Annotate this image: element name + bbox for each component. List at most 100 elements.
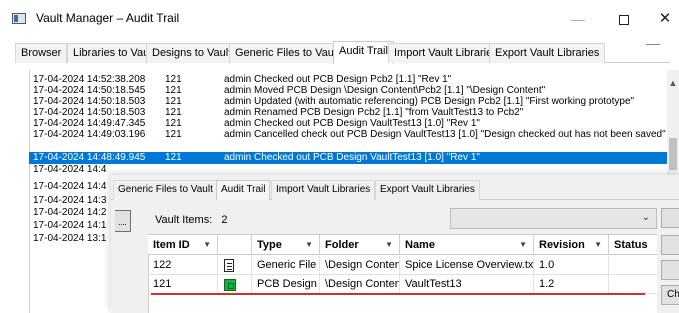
overlay-tab-strip: Generic Files to Vault Audit Trail Impor…: [111, 178, 679, 200]
cell-revision: 1.2: [534, 275, 609, 294]
log-message: admin Checked out PCB Design VaultTest13…: [224, 152, 480, 163]
log-timestamp: 17-04-2024 14:52:38.208: [33, 74, 146, 85]
cell-folder: \Design Content: [320, 275, 400, 294]
window-title: Vault Manager – Audit Trail: [36, 11, 180, 25]
log-message: admin Renamed PCB Design Pcb2 [1.1] "fro…: [224, 107, 524, 118]
log-item-id: 121: [165, 118, 182, 129]
log-row-selected[interactable]: 17-04-2024 14:48:49.945 121 admin Checke…: [29, 152, 667, 164]
close-button[interactable]: ✕: [645, 8, 679, 30]
column-icon: [218, 235, 252, 255]
log-timestamp: 17-04-2024 14:4: [33, 164, 107, 175]
column-folder[interactable]: Folder ▼: [320, 235, 400, 255]
log-row[interactable]: 17-04-2024 14:49:03.196 121 admin Cancel…: [29, 129, 667, 140]
column-type[interactable]: Type ▼: [252, 235, 320, 255]
grid-header: Item ID ▼ Type ▼ Folder ▼ Name ▼ Revision ▼ S…: [148, 235, 657, 255]
generic-file-icon: [218, 256, 252, 275]
scroll-thumb[interactable]: [669, 138, 677, 170]
column-revision[interactable]: Revision ▼: [534, 235, 609, 255]
maximize-icon: [619, 15, 629, 26]
overlay-tab-import-vault-libraries[interactable]: Import Vault Libraries: [271, 180, 376, 200]
scroll-up-icon[interactable]: ▲: [667, 78, 679, 88]
log-message: admin Cancelled check out PCB Design Vau…: [224, 129, 666, 140]
log-timestamp: 17-04-2024 14:49:47.345: [33, 118, 146, 129]
log-row[interactable]: 17-04-2024 14:2: [29, 207, 111, 218]
cell-status: [609, 275, 657, 294]
log-timestamp: 17-04-2024 13:1: [33, 233, 107, 244]
log-row[interactable]: 17-04-2024 14:50:18.503 121 admin Rename…: [29, 107, 667, 118]
cell-status: [609, 256, 657, 275]
log-timestamp: 17-04-2024 14:50:18.503: [33, 96, 146, 107]
log-timestamp: 17-04-2024 14:3: [33, 195, 107, 206]
log-timestamp: 17-04-2024 14:49:03.196: [33, 129, 146, 140]
vault-items-text: Vault Items:: [155, 214, 213, 226]
tab-browser[interactable]: Browser: [15, 43, 68, 63]
pcb-design-icon: [218, 275, 252, 294]
log-row[interactable]: 17-04-2024 14:4: [29, 164, 667, 175]
side-button-3[interactable]: [661, 260, 679, 280]
partial-button[interactable]: [115, 210, 131, 232]
title-bar: Vault Manager – Audit Trail — ✕: [0, 0, 679, 36]
overlay-tab-export-vault-libraries[interactable]: Export Vault Libraries: [375, 180, 480, 200]
tab-export-vault-libraries[interactable]: Export Vault Libraries: [489, 43, 606, 63]
tab-import-vault-libraries[interactable]: Import Vault Libraries: [388, 43, 504, 63]
maximize-button[interactable]: [604, 8, 644, 30]
log-timestamp: 17-04-2024 14:50:18.545: [33, 85, 146, 96]
log-row[interactable]: 17-04-2024 14:50:18.545 121 admin Moved …: [29, 85, 667, 96]
log-item-id: 121: [165, 85, 182, 96]
log-timestamp: 17-04-2024 14:2: [33, 207, 107, 218]
log-row[interactable]: 17-04-2024 14:4: [29, 181, 111, 192]
log-row[interactable]: 17-04-2024 14:50:18.503 121 admin Update…: [29, 96, 667, 107]
log-row[interactable]: 17-04-2024 14:49:47.345 121 admin Checke…: [29, 118, 667, 129]
column-item-id[interactable]: Item ID ▼: [148, 235, 218, 255]
log-message: admin Checked out PCB Design Pcb2 [1.1] …: [224, 74, 452, 85]
filter-combo[interactable]: ⌄: [450, 208, 657, 229]
cell-item-id: 122: [148, 256, 218, 275]
filter-arrow-icon[interactable]: ▼: [305, 235, 313, 255]
side-button-2[interactable]: [661, 235, 679, 255]
log-message: admin Moved PCB Design \Design Content\P…: [224, 85, 546, 96]
log-timestamp: 17-04-2024 14:1: [33, 220, 107, 231]
side-button-1[interactable]: [661, 208, 679, 228]
table-row[interactable]: 121 PCB Design \Design Content VaultTest…: [148, 275, 657, 294]
filter-arrow-icon[interactable]: ▼: [594, 235, 602, 255]
cell-type: Generic File: [252, 256, 320, 275]
log-row[interactable]: 17-04-2024 14:3: [29, 195, 111, 206]
overlay-tab-audit-trail[interactable]: Audit Trail: [216, 180, 271, 200]
log-row[interactable]: 17-04-2024 13:1: [29, 233, 111, 244]
log-message: admin Checked out PCB Design VaultTest13…: [224, 118, 480, 129]
log-item-id: 121: [165, 129, 182, 140]
cell-revision: 1.0: [534, 256, 609, 275]
log-item-id: 121: [165, 96, 182, 107]
tab-designs-to-vault[interactable]: Designs to Vault: [146, 43, 238, 63]
main-tab-strip: Browser Libraries to Vault Designs to Va…: [15, 41, 670, 64]
app-icon: [12, 13, 26, 24]
vault-items-label: Vault Items: 2: [155, 214, 227, 226]
log-item-id: 121: [165, 152, 182, 163]
cell-folder: \Design Content: [320, 256, 400, 275]
tab-overflow-icon[interactable]: [646, 44, 660, 45]
side-button-4[interactable]: Ch: [661, 285, 679, 305]
log-timestamp: 17-04-2024 14:50:18.503: [33, 107, 146, 118]
filter-arrow-icon[interactable]: ▼: [203, 235, 211, 255]
column-status[interactable]: Status: [609, 235, 657, 255]
cell-type: PCB Design: [252, 275, 320, 294]
cell-name: VaultTest13: [400, 275, 534, 294]
log-row[interactable]: 17-04-2024 14:1: [29, 220, 111, 231]
highlight-underline: [151, 293, 645, 295]
tab-audit-trail[interactable]: Audit Trail: [333, 41, 394, 64]
filter-arrow-icon[interactable]: ▼: [385, 235, 393, 255]
log-item-id: 121: [165, 74, 182, 85]
table-row[interactable]: 122 Generic File \Design Content Spice L…: [148, 256, 657, 275]
filter-arrow-icon[interactable]: ▼: [519, 235, 527, 255]
tab-generic-files-to-vault[interactable]: Generic Files to Vault: [229, 43, 346, 63]
log-timestamp: 17-04-2024 14:4: [33, 181, 107, 192]
log-message: admin Updated (with automatic referencin…: [224, 96, 635, 107]
minimize-button[interactable]: —: [558, 8, 598, 30]
column-name[interactable]: Name ▼: [400, 235, 534, 255]
log-item-id: 121: [165, 107, 182, 118]
log-row[interactable]: 17-04-2024 14:52:38.208 121 admin Checke…: [29, 74, 667, 85]
overlay-tab-generic-files-to-vault[interactable]: Generic Files to Vault: [113, 180, 218, 200]
cell-item-id: 121: [148, 275, 218, 294]
chevron-down-icon: ⌄: [641, 212, 650, 223]
log-timestamp: 17-04-2024 14:48:49.945: [33, 152, 146, 163]
